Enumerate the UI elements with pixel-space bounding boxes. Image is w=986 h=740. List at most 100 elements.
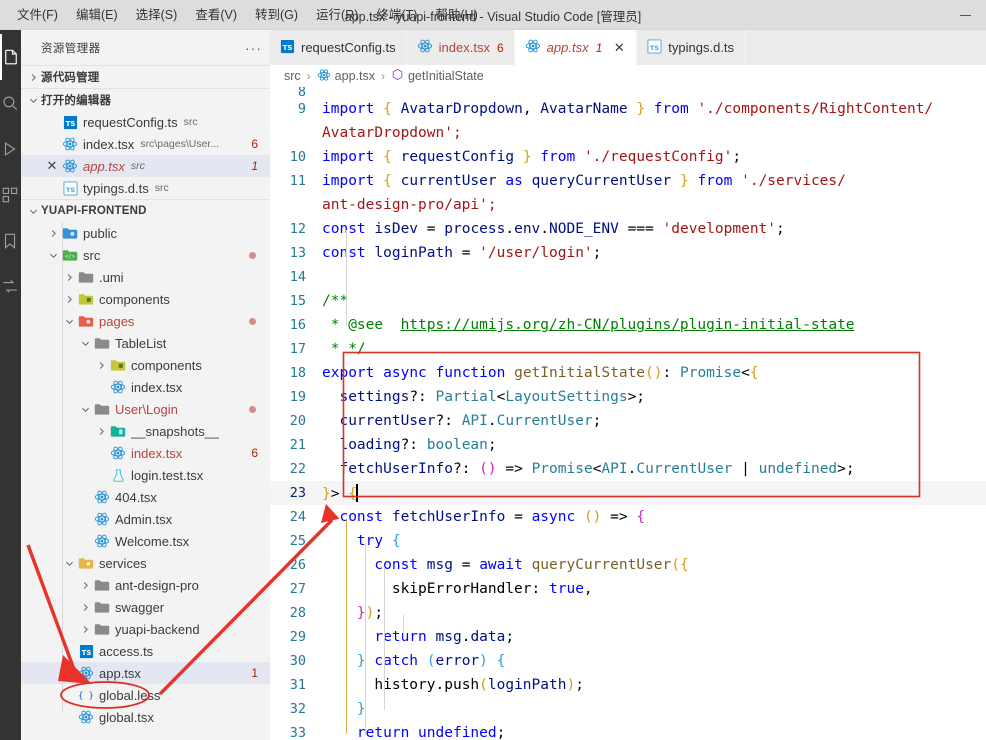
code-line-20: 20 currentUser?: API.CurrentUser; xyxy=(270,409,986,433)
chevron-right-icon[interactable] xyxy=(93,357,109,373)
line-number: 11 xyxy=(289,173,306,189)
run-debug-icon[interactable] xyxy=(0,126,21,172)
minimize-button[interactable] xyxy=(944,0,986,30)
chevron-right-icon[interactable] xyxy=(93,423,109,439)
chevron-right-icon[interactable] xyxy=(77,599,93,615)
tree-item-public[interactable]: public xyxy=(21,222,270,244)
tab-index-tsx[interactable]: index.tsx 6 xyxy=(406,30,515,65)
tree-item-404[interactable]: 404.tsx xyxy=(21,486,270,508)
open-editor-path: src xyxy=(154,182,169,194)
line-number: 16 xyxy=(289,317,306,333)
chevron-down-icon[interactable] xyxy=(61,555,77,571)
indent-guide xyxy=(346,230,347,326)
tree-item-UserLogin-index[interactable]: index.tsx 6 xyxy=(21,442,270,464)
menu-item-go[interactable]: 转到(G) xyxy=(246,4,307,26)
tree-item-src[interactable]: </> src xyxy=(21,244,270,266)
tab-requestConfig-ts[interactable]: TS requestConfig.ts xyxy=(270,30,407,65)
tree-item-components[interactable]: components xyxy=(21,288,270,310)
menu-label: 选择(S) xyxy=(135,7,178,22)
sidebar-section-workspace[interactable]: YUAPI-FRONTEND xyxy=(21,199,270,222)
tree-item-app-tsx[interactable]: app.tsx 1 xyxy=(21,662,270,684)
tree-item-snapshots[interactable]: __snapshots__ xyxy=(21,420,270,442)
sidebar-section-open-editors[interactable]: 打开的编辑器 xyxy=(21,88,270,111)
chevron-right-icon[interactable] xyxy=(77,621,93,637)
ts-file-icon: TS xyxy=(77,643,95,659)
sidebar-section-source-control[interactable]: 源代码管理 xyxy=(21,65,270,88)
code-line-8: 8 import defaultSettings from '../config… xyxy=(270,87,986,97)
tree-item-TableList[interactable]: TableList xyxy=(21,332,270,354)
breadcrumb-item-app-tsx[interactable]: app.tsx xyxy=(317,68,375,85)
tree-item-access-ts[interactable]: TS access.ts xyxy=(21,640,270,662)
menu-label: 终端(T) xyxy=(376,7,418,22)
close-icon[interactable]: ✕ xyxy=(612,40,626,56)
open-editor-item-index-tsx[interactable]: index.tsx src\pages\User... 6 xyxy=(21,133,270,155)
chevron-right-icon[interactable] xyxy=(61,291,77,307)
chevron-down-icon[interactable] xyxy=(45,247,61,263)
tab-app-tsx[interactable]: app.tsx 1 ✕ xyxy=(514,30,638,65)
open-editor-item-app-tsx[interactable]: ✕ app.tsx src 1 xyxy=(21,155,270,177)
chevron-down-icon xyxy=(25,92,41,108)
tree-item-Welcome[interactable]: Welcome.tsx xyxy=(21,530,270,552)
minimize-icon xyxy=(959,14,971,16)
react-file-icon xyxy=(77,709,95,725)
chevron-right-icon[interactable] xyxy=(45,225,61,241)
folder-pages-icon xyxy=(77,313,95,329)
tree-item-label: pages xyxy=(99,313,135,329)
tree-item-swagger[interactable]: swagger xyxy=(21,596,270,618)
tree-item-services[interactable]: services xyxy=(21,552,270,574)
code-line-12: 12 const isDev = process.env.NODE_ENV ==… xyxy=(270,217,986,241)
code-line-9: 9 import { AvatarDropdown, AvatarName } … xyxy=(270,97,986,121)
menu-item-help[interactable]: 帮助(H) xyxy=(426,4,486,26)
chevron-down-icon[interactable] xyxy=(77,335,93,351)
code-editor[interactable]: 8 import defaultSettings from '../config… xyxy=(270,87,986,740)
menu-item-run[interactable]: 运行(R) xyxy=(307,4,367,26)
code-text: fetchUserInfo?: () => Promise<API.Curren… xyxy=(339,461,855,477)
breadcrumb-item-getInitialState[interactable]: getInitialState xyxy=(391,68,484,84)
symbol-function-icon xyxy=(391,68,404,84)
tab-label: requestConfig.ts xyxy=(301,40,396,55)
tree-item-login-test[interactable]: login.test.tsx xyxy=(21,464,270,486)
tree-item-TableList-index[interactable]: index.tsx xyxy=(21,376,270,398)
code-text: const isDev = process.env.NODE_ENV === '… xyxy=(322,221,785,237)
line-number: 10 xyxy=(289,149,306,165)
menu-item-file[interactable]: 文件(F) xyxy=(8,4,67,26)
tree-item-ant-design-pro[interactable]: ant-design-pro xyxy=(21,574,270,596)
tree-item-global-tsx[interactable]: global.tsx xyxy=(21,706,270,728)
search-icon[interactable] xyxy=(0,80,21,126)
chevron-down-icon[interactable] xyxy=(61,313,77,329)
menu-item-select[interactable]: 选择(S) xyxy=(127,4,187,26)
menu-label: 查看(V) xyxy=(195,7,237,22)
tree-item-User-Login[interactable]: User\Login xyxy=(21,398,270,420)
more-actions-icon[interactable]: ··· xyxy=(245,41,262,55)
code-line-24: 24 const fetchUserInfo = async () => { xyxy=(270,505,986,529)
text-cursor xyxy=(355,484,358,502)
chevron-right-icon[interactable] xyxy=(77,577,93,593)
tree-item-global-less[interactable]: { } global.less xyxy=(21,684,270,706)
menu-item-view[interactable]: 查看(V) xyxy=(186,4,246,26)
chevron-down-icon[interactable] xyxy=(77,401,93,417)
tree-item-umi[interactable]: .umi xyxy=(21,266,270,288)
open-editor-item-typings[interactable]: TS typings.d.ts src xyxy=(21,177,270,199)
doc-link[interactable]: https://umijs.org/zh-CN/plugins/plugin-i… xyxy=(401,317,855,333)
open-editor-item-requestConfig[interactable]: TS requestConfig.ts src xyxy=(21,111,270,133)
menu-item-edit[interactable]: 编辑(E) xyxy=(67,4,127,26)
menu-label: 帮助(H) xyxy=(435,7,478,22)
tree-item-TableList-components[interactable]: components xyxy=(21,354,270,376)
code-text: return msg.data; xyxy=(374,629,515,645)
tab-typings-d-ts[interactable]: TS typings.d.ts xyxy=(637,30,746,65)
tree-item-Admin[interactable]: Admin.tsx xyxy=(21,508,270,530)
tree-item-pages[interactable]: pages xyxy=(21,310,270,332)
remote-explorer-icon[interactable] xyxy=(0,264,21,310)
tree-item-yuapi-backend[interactable]: yuapi-backend xyxy=(21,618,270,640)
breadcrumb-item-src[interactable]: src xyxy=(284,69,301,83)
extensions-icon[interactable] xyxy=(0,172,21,218)
close-icon[interactable]: ✕ xyxy=(43,158,61,174)
explorer-icon[interactable] xyxy=(0,34,21,80)
bookmark-icon[interactable] xyxy=(0,218,21,264)
chevron-right-icon[interactable] xyxy=(61,269,77,285)
line-number: 15 xyxy=(289,293,306,309)
svg-text:TS: TS xyxy=(65,118,75,127)
menu-item-terminal[interactable]: 终端(T) xyxy=(367,4,426,26)
code-line-23: 23 }> { xyxy=(270,481,986,505)
code-line-9-wrap: AvatarDropdown'; xyxy=(270,121,986,145)
